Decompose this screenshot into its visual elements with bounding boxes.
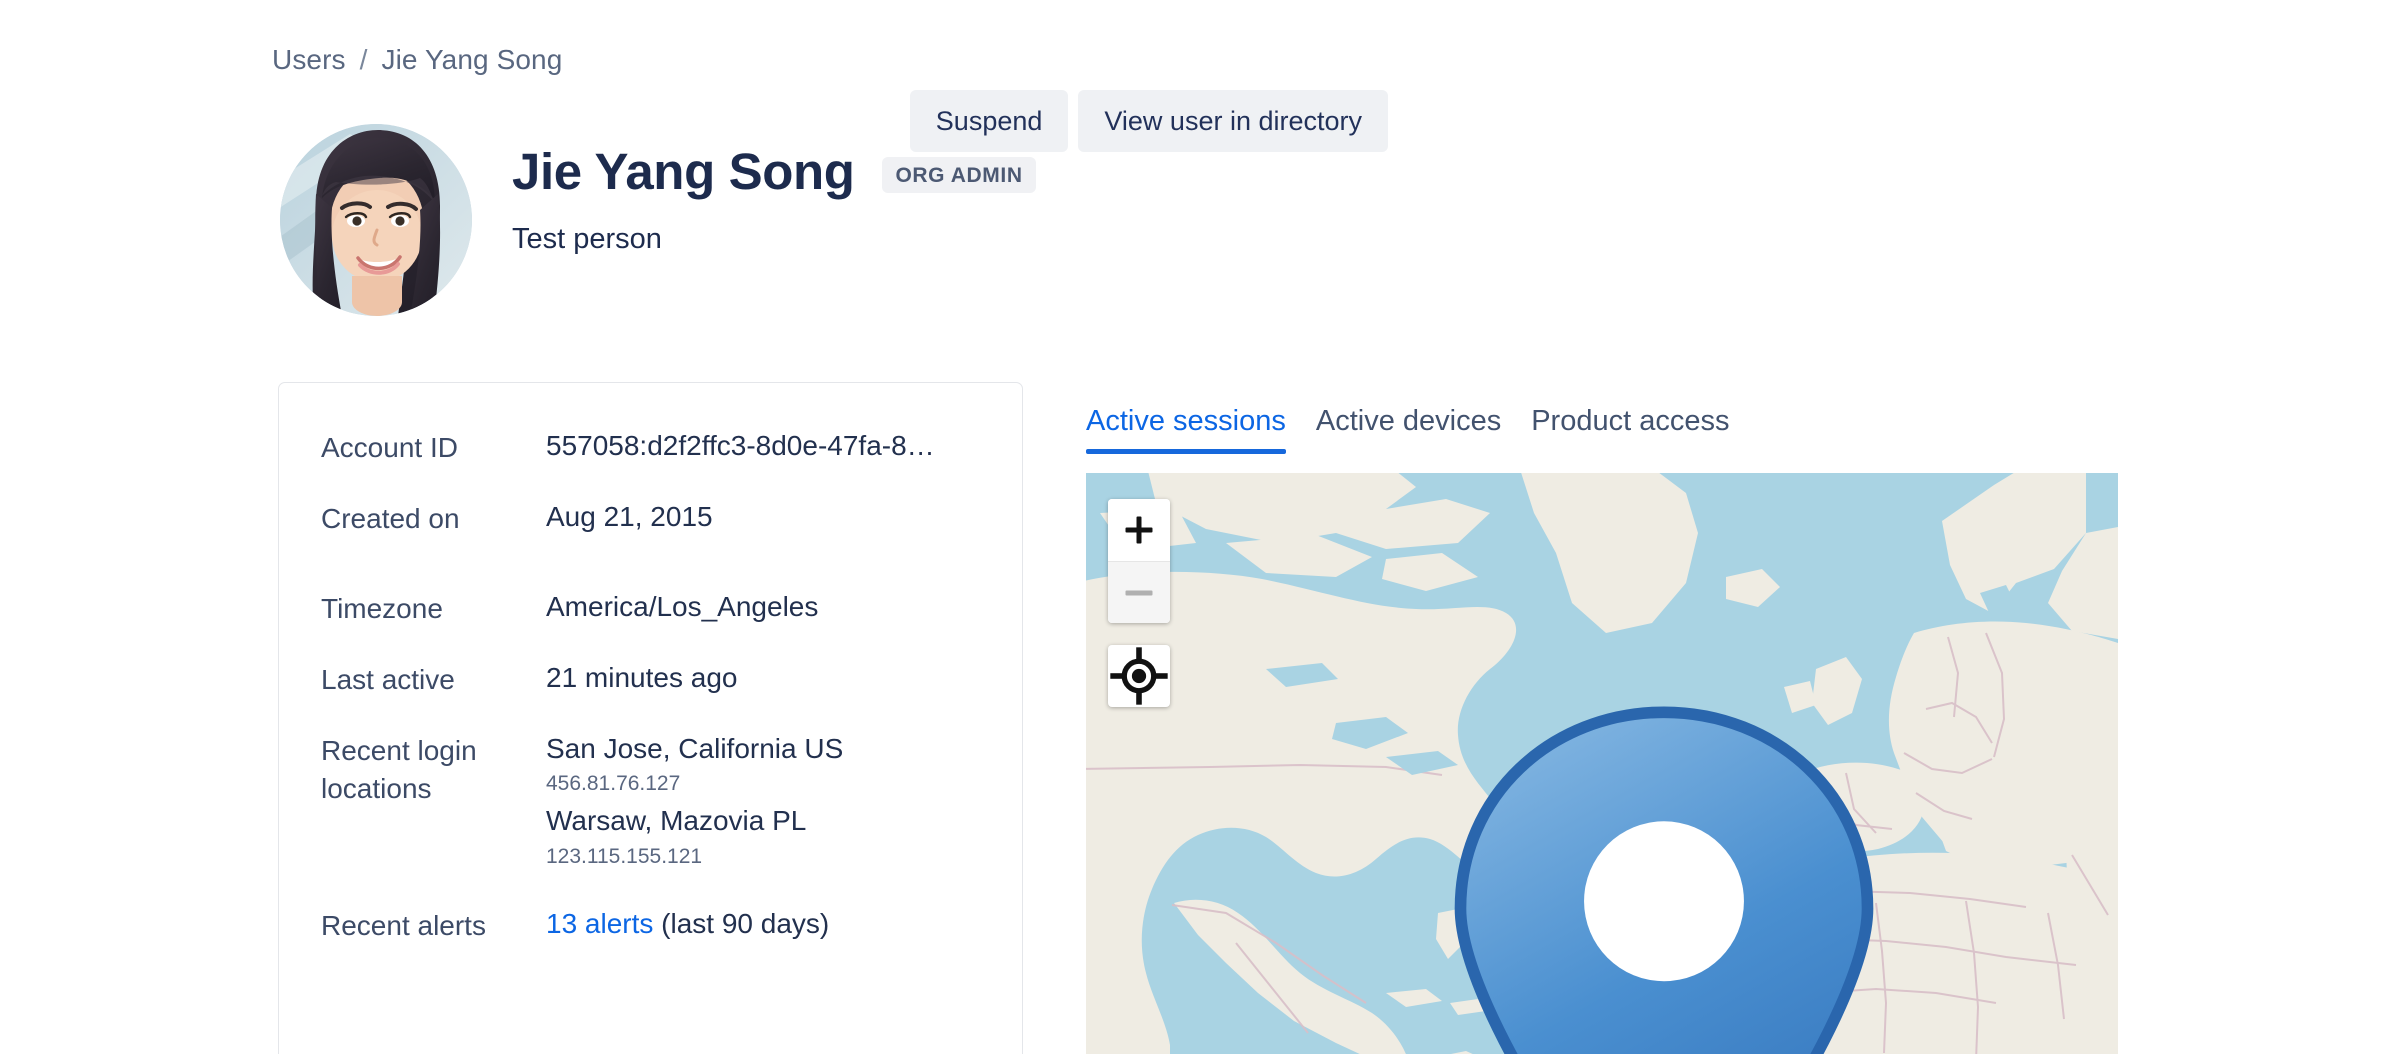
last-active-label: Last active xyxy=(321,663,455,695)
detail-row-recent-alerts: Recent alerts 13 alerts (last 90 days) xyxy=(321,905,980,946)
sessions-panel: Active sessions Active devices Product a… xyxy=(1086,390,2118,1054)
tab-active-sessions[interactable]: Active sessions xyxy=(1086,405,1286,454)
zoom-out-button[interactable] xyxy=(1108,561,1170,623)
recent-login-locations-value: San Jose, California US 456.81.76.127 Wa… xyxy=(546,730,843,876)
breadcrumb-link-users[interactable]: Users xyxy=(272,44,346,76)
avatar-photo xyxy=(280,124,472,316)
recent-alerts-label: Recent alerts xyxy=(321,910,486,942)
zoom-in-button[interactable] xyxy=(1108,499,1170,561)
breadcrumb: Users / Jie Yang Song xyxy=(272,44,562,76)
tab-active-devices[interactable]: Active devices xyxy=(1316,405,1501,454)
detail-row-recent-logins: Recent login locations San Jose, Califor… xyxy=(321,730,980,876)
map-controls xyxy=(1108,499,1170,707)
login-ip-2: 123.115.155.121 xyxy=(546,845,703,869)
alerts-suffix: (last 90 days) xyxy=(653,908,830,940)
status-badge: ORG ADMIN xyxy=(882,156,1036,193)
zoom-control-group xyxy=(1108,499,1170,623)
location-pin-icon xyxy=(1941,603,2118,1054)
login-location-2: Warsaw, Mazovia PL xyxy=(546,805,807,837)
profile-text: Jie Yang Song ORG ADMIN Test person xyxy=(512,124,1036,256)
recent-login-locations-label: Recent login locations xyxy=(321,734,477,805)
detail-row-last-active: Last active 21 minutes ago xyxy=(321,659,980,700)
account-id-label: Account ID xyxy=(321,432,458,463)
details-list: Account ID 557058:d2f2ffc3-8d0e-47fa-8… … xyxy=(279,383,1022,946)
last-active-value: 21 minutes ago xyxy=(546,661,738,693)
page-title: Jie Yang Song xyxy=(512,143,855,200)
detail-row-timezone: Timezone America/Los_Angeles xyxy=(321,588,980,629)
tab-product-access[interactable]: Product access xyxy=(1531,405,1729,454)
created-on-label: Created on xyxy=(321,502,460,534)
breadcrumb-separator: / xyxy=(359,44,368,75)
name-row: Jie Yang Song ORG ADMIN xyxy=(512,146,1036,197)
tab-list: Active sessions Active devices Product a… xyxy=(1086,390,2118,454)
user-detail-page: Users / Jie Yang Song Suspend View user … xyxy=(0,0,2400,1054)
profile-subtitle: Test person xyxy=(512,223,662,255)
timezone-value: America/Los_Angeles xyxy=(546,591,819,623)
login-ip-1: 456.81.76.127 xyxy=(546,772,681,796)
locate-me-button[interactable] xyxy=(1108,645,1170,707)
map-marker-warsaw[interactable] xyxy=(1941,603,2118,1054)
timezone-label: Timezone xyxy=(321,593,443,625)
view-user-in-directory-button[interactable]: View user in directory xyxy=(1078,90,1388,153)
sessions-map[interactable] xyxy=(1086,473,2118,1054)
detail-row-account-id: Account ID 557058:d2f2ffc3-8d0e-47fa-8… xyxy=(321,427,980,468)
breadcrumb-current: Jie Yang Song xyxy=(381,44,563,75)
login-location-1: San Jose, California US xyxy=(546,732,844,764)
user-details-card: Account ID 557058:d2f2ffc3-8d0e-47fa-8… … xyxy=(278,382,1023,1054)
created-on-value: Aug 21, 2015 xyxy=(546,500,713,532)
alerts-link[interactable]: 13 alerts xyxy=(546,908,653,939)
recent-alerts-value: 13 alerts (last 90 days) xyxy=(546,905,829,944)
avatar xyxy=(280,124,472,316)
profile-header: Jie Yang Song ORG ADMIN Test person xyxy=(280,124,1036,316)
account-id-value: 557058:d2f2ffc3-8d0e-47fa-8… xyxy=(546,430,935,461)
detail-row-created-on: Created on Aug 21, 2015 xyxy=(321,498,980,539)
